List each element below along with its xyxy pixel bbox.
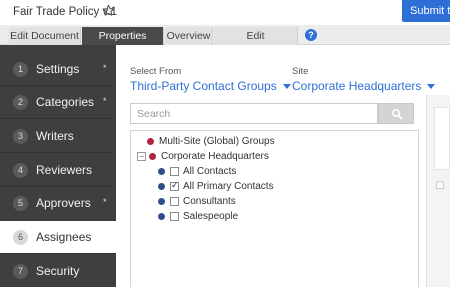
- site-label: Site: [292, 66, 309, 77]
- required-marker: *: [103, 96, 107, 106]
- group-dot-icon: [158, 182, 165, 190]
- step-number: 1: [13, 62, 28, 77]
- sidebar-item-label: Reviewers: [36, 163, 93, 177]
- search-icon: [392, 109, 403, 120]
- sidebar-item-label: Approvers: [36, 196, 91, 210]
- sidebar-item-categories[interactable]: 2 Categories *: [0, 86, 116, 119]
- sidebar-item-label: Categories: [36, 95, 95, 109]
- group-dot-icon: [147, 137, 154, 145]
- checkbox[interactable]: [170, 211, 179, 221]
- collapse-icon[interactable]: −: [137, 151, 146, 161]
- checkbox[interactable]: [170, 166, 179, 176]
- help-icon[interactable]: ?: [305, 29, 317, 41]
- site-value: Corporate Headquarters: [292, 79, 422, 93]
- select-from-value: Third-Party Contact Groups: [130, 79, 277, 93]
- checkbox[interactable]: [170, 196, 179, 206]
- sidebar-item-label: Settings: [36, 62, 80, 76]
- step-number: 7: [13, 264, 28, 279]
- tab-edit-document[interactable]: Edit Document: [9, 27, 81, 45]
- tree-node-consultants[interactable]: Consultants: [158, 196, 236, 211]
- step-number: 5: [13, 196, 28, 211]
- tab-overview[interactable]: Overview: [165, 27, 213, 45]
- top-bar: Fair Trade Policy v.1 Submit to: [0, 0, 450, 25]
- submit-button[interactable]: Submit to: [402, 0, 450, 22]
- sidebar-item-label: Assignees: [36, 230, 92, 244]
- step-number: 2: [13, 95, 28, 110]
- group-dot-icon: [158, 167, 165, 175]
- caret-down-icon: [427, 84, 436, 90]
- group-dot-icon: [158, 212, 165, 220]
- sidebar-item-writers[interactable]: 3 Writers: [0, 120, 116, 153]
- sidebar-item-settings[interactable]: 1 Settings *: [0, 53, 116, 86]
- required-marker: *: [103, 63, 107, 73]
- sidebar-item-assignees[interactable]: 6 Assignees: [0, 221, 116, 254]
- required-marker: *: [103, 197, 107, 207]
- tree-node-label: Corporate Headquarters: [161, 151, 269, 162]
- select-from-label: Select From: [130, 66, 182, 77]
- selected-card: [434, 107, 450, 170]
- sidebar-item-approvers[interactable]: 5 Approvers *: [0, 187, 116, 220]
- select-from-dropdown[interactable]: Third-Party Contact Groups: [130, 79, 291, 93]
- star-icon[interactable]: [102, 4, 115, 17]
- step-number: 6: [13, 230, 28, 245]
- search-input[interactable]: Search: [130, 103, 378, 124]
- tree-node-all-primary-contacts[interactable]: All Primary Contacts: [158, 180, 274, 196]
- tree-node-label: Multi-Site (Global) Groups: [159, 136, 275, 147]
- step-number: 4: [13, 163, 28, 178]
- group-dot-icon: [158, 197, 165, 205]
- tab-bar: Edit Document Properties Wizard Overview…: [0, 25, 450, 60]
- tree-node-all-contacts[interactable]: All Contacts: [158, 166, 236, 181]
- group-dot-icon: [149, 152, 156, 160]
- site-dropdown[interactable]: Corporate Headquarters: [292, 79, 436, 93]
- sidebar-item-security[interactable]: 7 Security: [0, 255, 116, 287]
- tree-node-salespeople[interactable]: Salespeople: [158, 211, 238, 226]
- wizard-sidebar: 1 Settings * 2 Categories * 3 Writers 4 …: [0, 45, 116, 287]
- tree-node-label: Consultants: [183, 196, 236, 207]
- sidebar-item-label: Writers: [36, 129, 74, 143]
- tab-properties-wizard[interactable]: Properties Wizard: [82, 27, 164, 60]
- checkbox-checked[interactable]: [170, 180, 179, 191]
- tree-node-corporate-headquarters[interactable]: − Corporate Headquarters: [137, 151, 269, 166]
- search-button[interactable]: [378, 103, 414, 124]
- tab-edit-questionnaire[interactable]: Edit Questionnaire: [214, 27, 298, 60]
- selected-checkbox[interactable]: [436, 181, 444, 189]
- sidebar-item-reviewers[interactable]: 4 Reviewers: [0, 154, 116, 187]
- tree-node-label: All Primary Contacts: [183, 181, 274, 192]
- caret-down-icon: [282, 84, 291, 90]
- tree-node-label: All Contacts: [183, 166, 237, 177]
- tree-node-multi-site-groups[interactable]: Multi-Site (Global) Groups: [147, 136, 275, 151]
- sidebar-item-label: Security: [36, 264, 80, 278]
- tree-node-label: Salespeople: [183, 211, 239, 222]
- step-number: 3: [13, 129, 28, 144]
